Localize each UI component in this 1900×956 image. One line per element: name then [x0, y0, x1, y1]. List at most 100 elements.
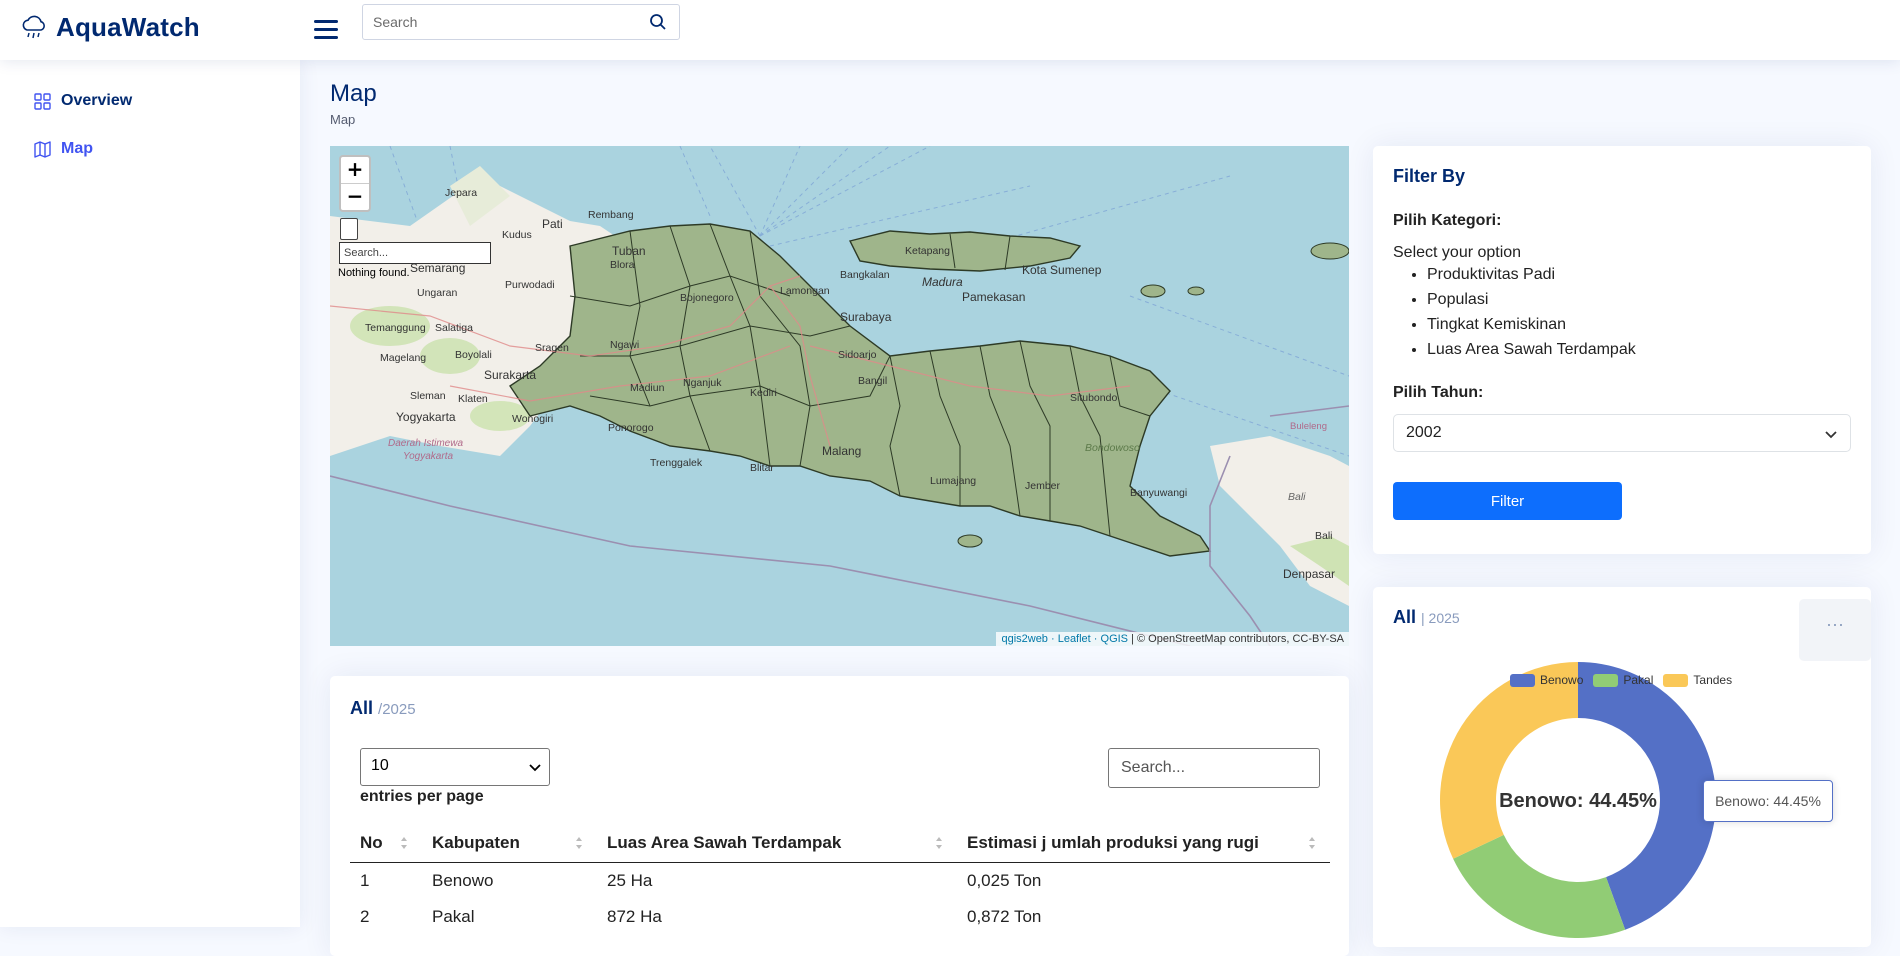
map-label: Tuban [612, 244, 646, 258]
map-label: Kudus [502, 229, 532, 241]
year-select[interactable]: 2002 [1393, 414, 1851, 452]
zoom-control: + − [339, 155, 371, 212]
table-cell: 872 Ha [607, 907, 662, 926]
sidebar-item-label: Overview [61, 92, 133, 109]
map-label: Jember [1025, 480, 1061, 492]
map-label: Blitar [750, 462, 774, 474]
zoom-out-button[interactable]: − [341, 183, 369, 210]
map-label: Ungaran [417, 287, 457, 299]
attribution-text: | © OpenStreetMap contributors, CC-BY-SA [1131, 633, 1344, 645]
column-label: Luas Area Sawah Terdampak [607, 833, 842, 852]
table-row[interactable]: 1 Benowo 25 Ha 0,025 Ton [350, 863, 1330, 900]
legend-item[interactable]: Tandes [1663, 673, 1732, 687]
map-label: Magelang [380, 352, 426, 364]
map-label: Purwodadi [505, 279, 555, 291]
table-title: All [350, 698, 374, 718]
legend-label: Pakal [1623, 673, 1654, 687]
filter-title: Filter By [1393, 166, 1466, 186]
chevron-down-icon [1825, 431, 1837, 439]
map-label: Kota Sumenep [1022, 263, 1102, 277]
donut-chart[interactable]: Benowo: 44.45% [1373, 587, 1871, 947]
sidebar-item-overview[interactable]: Overview [34, 92, 132, 110]
table-row[interactable]: 2 Pakal 872 Ha 0,872 Ton [350, 899, 1330, 935]
chart-card-title: All | 2025 [1393, 607, 1460, 628]
map-label: Bali [1315, 530, 1333, 542]
column-label: Estimasi j umlah produksi yang rugi [967, 833, 1259, 852]
entries-value: 10 [371, 757, 389, 774]
map-label: Klaten [458, 393, 488, 405]
map-label: Lumajang [930, 475, 976, 487]
grid-icon [34, 92, 51, 110]
category-option[interactable]: Produktivitas Padi [1427, 262, 1636, 287]
map-container[interactable]: Jepara Pati Rembang Kudus Tuban Blora Se… [330, 146, 1349, 646]
brand-name: AquaWatch [56, 12, 200, 42]
category-option[interactable]: Tingkat Kemiskinan [1427, 312, 1636, 337]
table-search-input[interactable] [1108, 748, 1320, 788]
map-search-toggle[interactable] [340, 218, 358, 240]
map-label: Pati [542, 217, 563, 231]
map-label: Jepara [445, 187, 477, 199]
donut-slice-tandes[interactable] [1440, 662, 1578, 859]
sort-icon [401, 837, 407, 849]
category-option[interactable]: Luas Area Sawah Terdampak [1427, 337, 1636, 362]
zoom-in-button[interactable]: + [341, 157, 369, 183]
map-label: Boyolali [455, 349, 492, 361]
top-header: AquaWatch [0, 0, 1900, 60]
attribution-links[interactable]: qgis2web · Leaflet · QGIS [1001, 633, 1128, 645]
map-label: Lamongan [780, 285, 830, 297]
search-icon[interactable] [649, 13, 667, 31]
chart-title: All [1393, 607, 1417, 627]
column-header-estimasi[interactable]: Estimasi j umlah produksi yang rugi [957, 824, 1330, 863]
chart-card: Benowo: 44.45% All | 2025 ··· Benowo Pak… [1373, 587, 1871, 947]
map-icon [34, 140, 51, 158]
column-header-no[interactable]: No [350, 824, 422, 863]
map-label: Kediri [750, 387, 777, 399]
table-subtitle: /2025 [378, 701, 416, 718]
table-header-row: No Kabupaten Luas Area Sawah Terdampak E… [350, 824, 1330, 863]
entries-label: entries per page [360, 788, 484, 805]
map-label: Bondowoso [1085, 442, 1140, 454]
sidebar-item-map[interactable]: Map [34, 140, 93, 158]
more-options-button[interactable]: ··· [1799, 599, 1871, 661]
column-header-kabupaten[interactable]: Kabupaten [422, 824, 597, 863]
map-label: Salatiga [435, 322, 473, 334]
filter-button[interactable]: Filter [1393, 482, 1622, 520]
map-attribution: qgis2web · Leaflet · QGIS | © OpenStreet… [996, 632, 1349, 646]
legend-item[interactable]: Benowo [1510, 673, 1583, 687]
table-cell: Pakal [432, 907, 475, 926]
map-label: Blora [610, 259, 635, 271]
map-canvas[interactable]: Jepara Pati Rembang Kudus Tuban Blora Se… [330, 146, 1349, 646]
filter-card: Filter By Pilih Kategori: Select your op… [1373, 146, 1871, 554]
map-search-input[interactable] [339, 242, 491, 264]
table-cell: 0,872 Ton [967, 907, 1042, 926]
header-search [362, 4, 680, 40]
chevron-down-icon [529, 764, 541, 772]
brand-logo[interactable]: AquaWatch [20, 12, 200, 43]
search-input[interactable] [371, 13, 635, 31]
legend-item[interactable]: Pakal [1593, 673, 1653, 687]
year-label: Pilih Tahun: [1393, 384, 1484, 401]
sort-icon [576, 837, 582, 849]
breadcrumb[interactable]: Map [330, 112, 355, 127]
page-title: Map [330, 80, 377, 107]
data-table: No Kabupaten Luas Area Sawah Terdampak E… [350, 824, 1330, 935]
table-card-title: All /2025 [350, 698, 416, 719]
column-label: Kabupaten [432, 833, 520, 852]
map-label: Denpasar [1283, 567, 1335, 581]
donut-slice-pakal[interactable] [1453, 834, 1626, 938]
table-cell: Benowo [432, 871, 494, 890]
map-label: Sragen [535, 342, 569, 354]
menu-toggle-icon[interactable] [314, 18, 338, 39]
map-label: Rembang [588, 209, 634, 221]
table-cell: 0,025 Ton [967, 871, 1042, 890]
column-header-luas-area[interactable]: Luas Area Sawah Terdampak [597, 824, 957, 863]
category-label: Pilih Kategori: [1393, 212, 1502, 229]
map-label: Ngawi [610, 339, 639, 351]
map-label: Buleleng [1290, 421, 1327, 432]
entries-per-page-select[interactable]: 10 [360, 748, 550, 786]
map-label: Madiun [630, 382, 665, 394]
map-label: Situbondo [1070, 392, 1117, 404]
legend-swatch [1663, 673, 1689, 687]
category-option[interactable]: Populasi [1427, 287, 1636, 312]
map-label: Trenggalek [650, 457, 703, 469]
